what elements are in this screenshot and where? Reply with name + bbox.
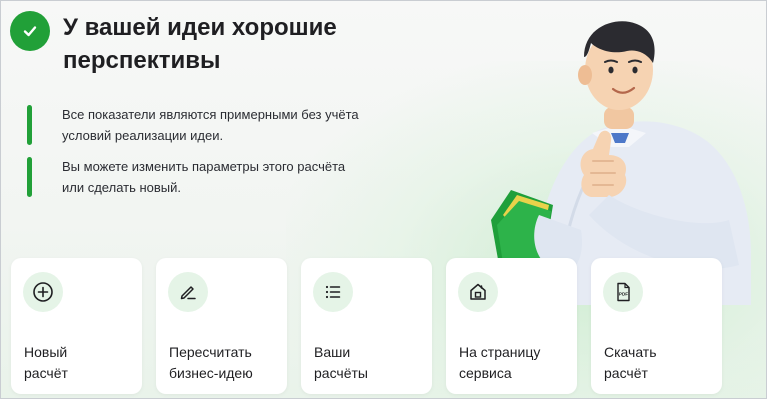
note-accent-bar: [27, 157, 32, 197]
card-label-line-1: Скачать: [604, 344, 657, 360]
pencil-icon: [180, 286, 196, 300]
card-label-line-2: расчёт: [604, 365, 648, 381]
download-calculation-button[interactable]: PDF Скачать расчёт: [591, 258, 722, 394]
icon-circle: [168, 272, 208, 312]
note-text: Вы можете изменить параметры этого расчё…: [62, 156, 392, 198]
note-text: Все показатели являются примерными без у…: [62, 104, 392, 146]
info-note-change-params: Вы можете изменить параметры этого расчё…: [27, 157, 392, 198]
page-title-line-2: перспективы: [63, 47, 221, 74]
service-page-button[interactable]: На страницу сервиса: [446, 258, 577, 394]
card-label-line-1: На страницу: [459, 344, 541, 360]
icon-circle: [23, 272, 63, 312]
recalculate-idea-button[interactable]: Пересчитать бизнес-идею: [156, 258, 287, 394]
card-label: Пересчитать бизнес-идею: [169, 342, 284, 384]
note-text-line-1: Все показатели являются примерными без у…: [62, 107, 359, 122]
note-accent-bar: [27, 105, 32, 145]
pdf-icon: PDF: [617, 282, 630, 302]
check-icon: [23, 26, 37, 37]
card-label-line-2: расчёт: [24, 365, 68, 381]
card-label: На страницу сервиса: [459, 342, 574, 384]
home-icon: [470, 283, 486, 300]
icon-circle: [313, 272, 353, 312]
new-calculation-button[interactable]: Новый расчёт: [11, 258, 142, 394]
card-label: Ваши расчёты: [314, 342, 429, 384]
list-icon: [325, 285, 341, 299]
card-label-line-1: Ваши: [314, 344, 351, 360]
card-label-line-1: Пересчитать: [169, 344, 252, 360]
card-label-line-1: Новый: [24, 344, 68, 360]
card-label: Новый расчёт: [24, 342, 139, 384]
card-label-line-2: сервиса: [459, 365, 512, 381]
icon-circle: [458, 272, 498, 312]
info-note-estimates: Все показатели являются примерными без у…: [27, 105, 392, 146]
result-panel: У вашей идеи хорошие перспективы Все пок…: [0, 0, 767, 399]
plus-circle-icon: [33, 282, 53, 302]
note-text-line-2: условий реализации идеи.: [62, 128, 224, 143]
success-badge: [10, 11, 50, 51]
page-title-line-1: У вашей идеи хорошие: [63, 14, 337, 41]
card-label-line-2: бизнес-идею: [169, 365, 253, 381]
note-text-line-2: или сделать новый.: [62, 180, 182, 195]
your-calculations-button[interactable]: Ваши расчёты: [301, 258, 432, 394]
card-label: Скачать расчёт: [604, 342, 719, 384]
svg-text:PDF: PDF: [619, 292, 628, 297]
note-text-line-1: Вы можете изменить параметры этого расчё…: [62, 159, 346, 174]
page-title: У вашей идеи хорошие перспективы: [63, 11, 423, 77]
icon-circle: PDF: [603, 272, 643, 312]
card-label-line-2: расчёты: [314, 365, 368, 381]
